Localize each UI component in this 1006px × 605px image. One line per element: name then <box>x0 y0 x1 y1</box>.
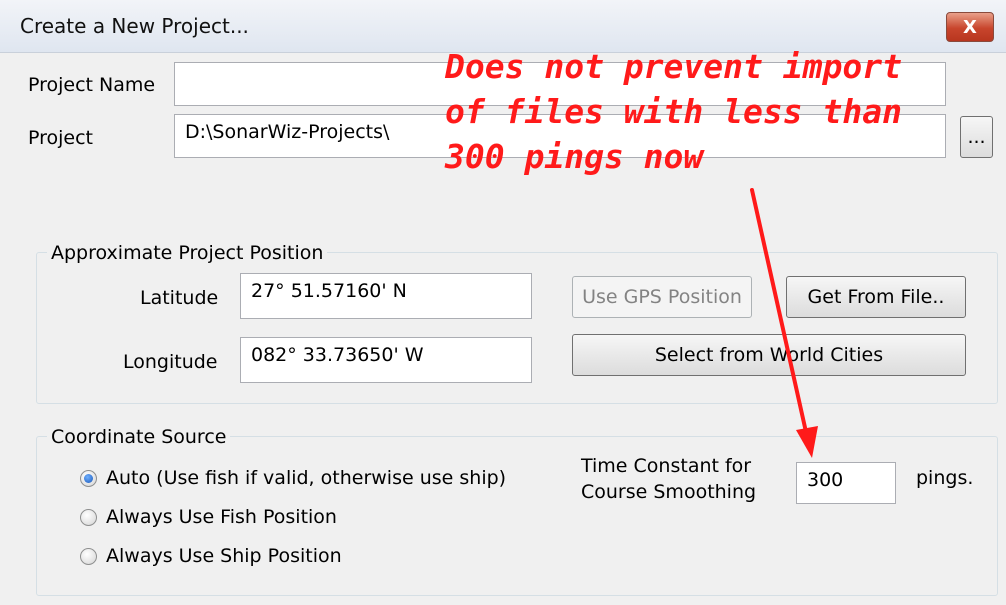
annotation-arrow-icon <box>750 188 818 458</box>
